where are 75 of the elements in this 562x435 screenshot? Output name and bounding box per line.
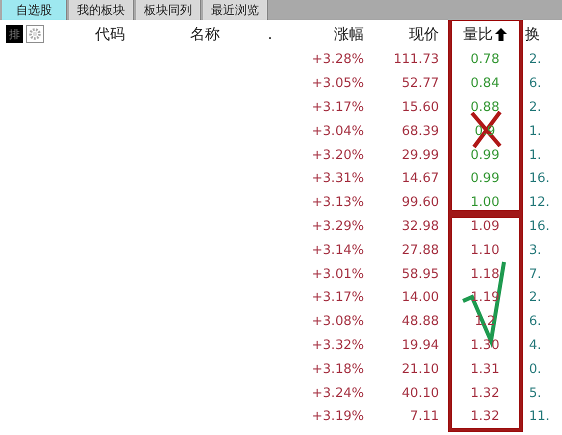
table-cell-text: 5. — [528, 386, 542, 401]
table-cell-text: 40.10 — [400, 386, 440, 401]
table-cell-text: 2. — [528, 52, 542, 68]
table-cell-text: 15.60 — [400, 100, 440, 115]
table-cell-text: 99.60 — [400, 195, 440, 210]
table-cell-text: +3.24% — [310, 386, 365, 401]
table-cell-text: 1.10 — [470, 242, 500, 258]
table-cell-text: 6. — [528, 314, 542, 330]
table-cell-text: 2. — [528, 290, 542, 306]
table-cell-text: 1.09 — [470, 218, 500, 234]
tab[interactable]: 板块同列 — [136, 0, 201, 20]
table-cell-text: 111.73 — [392, 52, 440, 68]
column-header[interactable]: 名称 — [190, 24, 220, 44]
table-cell-text: +3.01% — [310, 266, 365, 282]
table-cell-text: 0.99 — [470, 148, 500, 163]
table-cell-text: +3.31% — [310, 171, 365, 186]
table-cell-text: +3.04% — [310, 124, 365, 139]
column-header[interactable]: 代码 — [95, 24, 125, 44]
table-cell-text: +3.17% — [310, 100, 365, 115]
table-cell-text: 0.84 — [470, 76, 500, 92]
table-cell-text: 1. — [528, 124, 542, 139]
tab[interactable]: 自选股 — [2, 0, 67, 20]
table-cell-text: 19.94 — [400, 338, 440, 353]
table-cell-text: 58.95 — [400, 266, 440, 282]
settings-icon[interactable] — [26, 25, 44, 43]
sort-button[interactable]: 排 — [6, 25, 23, 43]
table-cell-text: 16. — [528, 171, 551, 186]
table-cell-text: +3.28% — [310, 52, 365, 68]
table-cell-text: 1.32 — [470, 386, 500, 401]
table-cell-text: 12. — [528, 195, 551, 210]
table-cell-text: +3.19% — [310, 409, 365, 424]
column-header[interactable]: 量比 — [463, 24, 493, 44]
table-cell-text: 68.39 — [400, 124, 440, 139]
column-header[interactable]: 换 — [525, 24, 540, 44]
table-cell-text: 1.31 — [470, 362, 500, 377]
tab[interactable]: 我的板块 — [69, 0, 134, 20]
table-cell-text: 1.32 — [470, 409, 500, 424]
table-cell-text: +3.20% — [310, 148, 365, 163]
sort-arrow-icon — [495, 28, 507, 40]
tab[interactable]: 最近浏览 — [203, 0, 268, 20]
table-cell-text: +3.17% — [310, 290, 365, 306]
table-cell-text: 29.99 — [400, 148, 440, 163]
table-cell-text: +3.18% — [310, 362, 365, 377]
table-cell-text: 0.78 — [470, 52, 500, 68]
table-cell-text: 1.00 — [470, 195, 500, 210]
table-cell-text: 6. — [528, 76, 542, 92]
table-cell-text: 52.77 — [400, 76, 440, 92]
table-cell-text: 27.88 — [400, 242, 440, 258]
table-cell-text: 16. — [528, 218, 551, 234]
table-cell-text: 4. — [528, 338, 542, 353]
table-cell-text: 21.10 — [400, 362, 440, 377]
table-cell-text: 1.18 — [470, 266, 500, 282]
table-cell-text: +3.13% — [310, 195, 365, 210]
table-cell-text: 0.88 — [470, 100, 500, 115]
table-cell-text: 2. — [528, 100, 542, 115]
table-cell-text: 14.00 — [400, 290, 440, 306]
table-cell-text: 7. — [528, 266, 542, 282]
table-cell-text: 1. — [528, 148, 542, 163]
table-cell-text: +3.32% — [310, 338, 365, 353]
table-cell-text: +3.08% — [310, 314, 365, 330]
table-cell-text: 32.98 — [400, 218, 440, 234]
column-header[interactable]: 现价 — [409, 24, 439, 44]
table-cell-text: 1.30 — [470, 338, 500, 353]
table-cell-text: 0. — [528, 362, 542, 377]
table-cell-text: 7.11 — [409, 409, 440, 424]
column-header[interactable]: . — [268, 25, 272, 43]
table-cell-text: 14.67 — [400, 171, 440, 186]
table-cell-text: +3.05% — [310, 76, 365, 92]
column-header[interactable]: 涨幅 — [334, 24, 364, 44]
table-cell-text: 0.99 — [470, 171, 500, 186]
table-cell-text: 48.88 — [400, 314, 440, 330]
table-cell-text: +3.29% — [310, 218, 365, 234]
table-cell-text: 3. — [528, 242, 542, 258]
table-cell-text: +3.14% — [310, 242, 365, 258]
table-cell-text: 11. — [528, 409, 551, 424]
